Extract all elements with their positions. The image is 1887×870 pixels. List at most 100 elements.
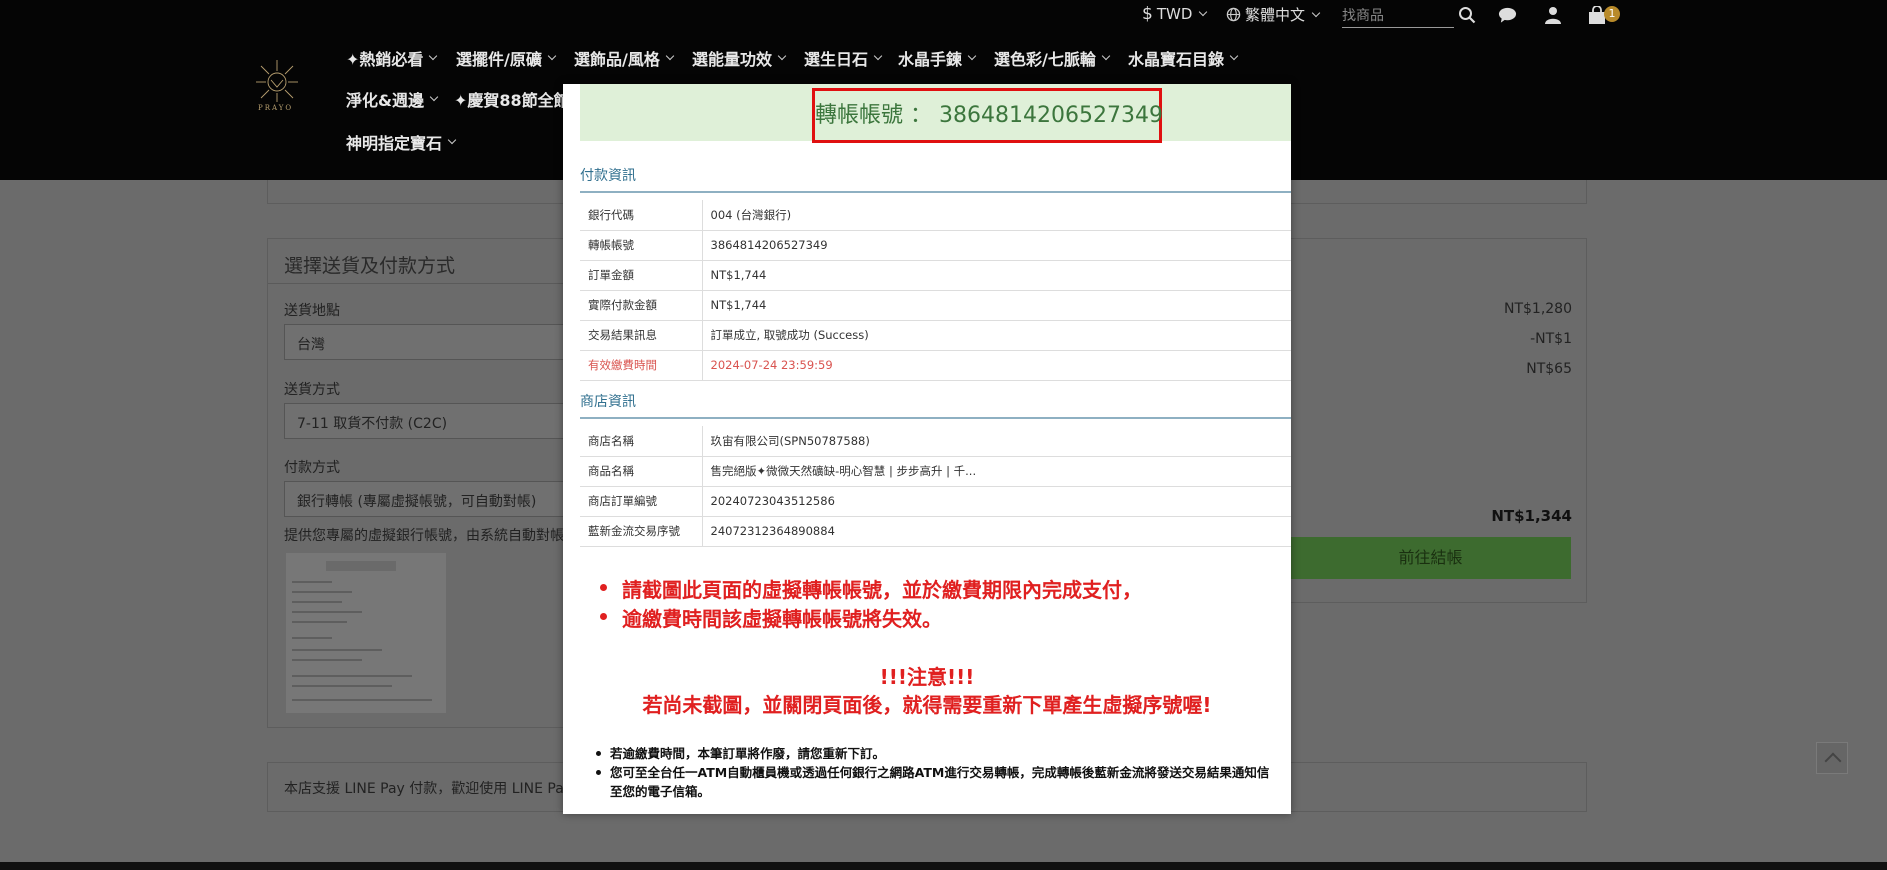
row-label: 商店名稱 bbox=[580, 426, 703, 457]
discount-value: -NT$1 bbox=[1530, 331, 1572, 347]
screenshot-warning-list: 請截圖此頁面的虛擬轉帳帳號，並於繳費期限內完成支付， 逾繳費時間該虛擬轉帳帳號將… bbox=[598, 574, 1142, 632]
chevron-down-icon bbox=[1199, 7, 1208, 17]
shipping-payment-panel: 選擇送貨及付款方式 送貨地點 台灣 送貨方式 7-11 取貨不付款 (C2C) … bbox=[267, 238, 587, 728]
store-info-table: 商店名稱 玖宙有限公司(SPN50787588) 商品名稱 售完絕版✦微微天然礦缺-… bbox=[580, 426, 1291, 547]
row-value: NT$1,744 bbox=[702, 260, 1291, 291]
chevron-down-icon bbox=[873, 51, 883, 61]
table-row: 商店名稱 玖宙有限公司(SPN50787588) bbox=[580, 426, 1291, 457]
table-row: 銀行代碼 004 (台灣銀行) bbox=[580, 200, 1291, 231]
row-label: 銀行代碼 bbox=[580, 200, 703, 231]
delivery-method-select[interactable]: 7-11 取貨不付款 (C2C) bbox=[284, 403, 584, 439]
scroll-to-top-button[interactable] bbox=[1816, 742, 1848, 774]
notice-title: !!!注意!!! bbox=[879, 665, 975, 689]
section-divider bbox=[580, 191, 1291, 193]
utility-bar: $ TWD 繁體中文 1 bbox=[0, 4, 1887, 28]
nav-label: 選擺件/原礦 bbox=[456, 50, 542, 69]
payment-info-table: 銀行代碼 004 (台灣銀行) 轉帳帳號 3864814206527349 訂單金額… bbox=[580, 200, 1291, 381]
table-row: 訂單金額 NT$1,744 bbox=[580, 260, 1291, 291]
footer-strip bbox=[0, 862, 1887, 870]
line-pay-note: 本店支援 LINE Pay 付款，歡迎使用 LINE Pay bbox=[284, 781, 573, 797]
delivery-location-select[interactable]: 台灣 bbox=[284, 324, 584, 360]
language-label: 繁體中文 bbox=[1245, 6, 1306, 24]
nav-item-catalog[interactable]: 水晶寶石目錄 bbox=[1128, 46, 1239, 70]
table-row-deadline: 有效繳費時間 2024-07-24 23:59:59 bbox=[580, 350, 1291, 381]
brand-logo-text: PRAYO bbox=[258, 104, 294, 112]
chevron-down-icon bbox=[547, 51, 557, 61]
nav-label: 淨化&週邊 bbox=[346, 91, 424, 110]
divider bbox=[268, 283, 586, 284]
row-label: 轉帳帳號 bbox=[580, 230, 703, 261]
nav-label: 水晶手鍊 bbox=[898, 50, 963, 69]
currency-label: TWD bbox=[1156, 5, 1193, 23]
chevron-down-icon bbox=[777, 51, 787, 61]
list-item: 逾繳費時間該虛擬轉帳帳號將失效。 bbox=[598, 603, 1142, 632]
table-row: 交易結果訊息 訂單成立, 取號成功 (Success) bbox=[580, 320, 1291, 351]
nav-item-ornaments[interactable]: 選擺件/原礦 bbox=[456, 46, 557, 70]
list-item: 請截圖此頁面的虛擬轉帳帳號，並於繳費期限內完成支付， bbox=[598, 574, 1142, 603]
row-label: 有效繳費時間 bbox=[580, 350, 703, 381]
row-value: 004 (台灣銀行) bbox=[702, 200, 1291, 231]
row-value: 20240723043512586 bbox=[702, 486, 1291, 517]
subtotal-value: NT$1,280 bbox=[1503, 301, 1572, 317]
nav-item-accessories[interactable]: 選飾品/風格 bbox=[574, 46, 675, 70]
row-value: 2024-07-24 23:59:59 bbox=[702, 350, 1291, 381]
search-input[interactable] bbox=[1342, 8, 1454, 24]
row-value: 售完絕版✦微微天然礦缺-明心智慧 | 步步高升 | 千... bbox=[702, 456, 1291, 487]
table-row: 商店訂單編號 20240723043512586 bbox=[580, 486, 1291, 517]
row-label: 訂單金額 bbox=[580, 260, 703, 291]
nav-item-energy[interactable]: 選能量功效 bbox=[692, 46, 787, 70]
nav-label: 選色彩/七脈輪 bbox=[994, 50, 1096, 69]
chevron-down-icon bbox=[429, 51, 438, 61]
row-value: 3864814206527349 bbox=[702, 230, 1291, 261]
delivery-method-label: 送貨方式 bbox=[284, 382, 340, 398]
currency-selector[interactable]: $ TWD bbox=[1142, 4, 1208, 24]
payment-notes-list: 若逾繳費時間，本筆訂單將作廢，請您重新下訂。 您可至全台任一ATM自動櫃員機或透… bbox=[596, 744, 1271, 801]
nav-item-fathers-day[interactable]: ✦慶賀88節全館 bbox=[454, 87, 570, 111]
dollar-icon: $ bbox=[1142, 4, 1153, 24]
row-value: 訂單成立, 取號成功 (Success) bbox=[702, 320, 1291, 351]
table-row: 實際付款金額 NT$1,744 bbox=[580, 290, 1291, 321]
table-row: 商品名稱 售完絕版✦微微天然礦缺-明心智慧 | 步步高升 | 千... bbox=[580, 456, 1291, 487]
row-value: 24072312364890884 bbox=[702, 516, 1291, 547]
nav-item-chakra[interactable]: 選色彩/七脈輪 bbox=[994, 46, 1111, 70]
nav-label: 水晶寶石目錄 bbox=[1128, 50, 1225, 69]
row-label: 實際付款金額 bbox=[580, 290, 703, 321]
chevron-down-icon bbox=[1229, 51, 1239, 61]
table-row: 藍新金流交易序號 24072312364890884 bbox=[580, 516, 1291, 547]
row-label: 商店訂單編號 bbox=[580, 486, 703, 517]
user-icon bbox=[1545, 7, 1561, 24]
nav-label: 神明指定寶石 bbox=[346, 134, 443, 153]
chat-button[interactable] bbox=[1498, 6, 1517, 24]
chevron-down-icon bbox=[447, 135, 457, 145]
row-value: NT$1,744 bbox=[702, 290, 1291, 321]
globe-icon bbox=[1226, 7, 1241, 22]
nav-item-birthstone[interactable]: 選生日石 bbox=[804, 46, 883, 70]
payment-example-thumbnail bbox=[286, 553, 446, 713]
chevron-down-icon bbox=[1311, 8, 1321, 17]
panel-title: 選擇送貨及付款方式 bbox=[284, 255, 456, 277]
nav-item-deity-stones[interactable]: 神明指定寶石 bbox=[346, 130, 457, 154]
nav-label: 選生日石 bbox=[804, 50, 869, 69]
store-info-title: 商店資訊 bbox=[580, 394, 636, 410]
payment-info-title: 付款資訊 bbox=[580, 168, 636, 184]
row-label: 商品名稱 bbox=[580, 456, 703, 487]
chevron-down-icon bbox=[967, 51, 977, 61]
chat-bubble-icon bbox=[1498, 7, 1517, 23]
language-selector[interactable]: 繁體中文 bbox=[1226, 4, 1321, 25]
payment-method-label: 付款方式 bbox=[284, 460, 340, 476]
row-label: 藍新金流交易序號 bbox=[580, 516, 703, 547]
nav-label: 選能量功效 bbox=[692, 50, 773, 69]
chevron-down-icon bbox=[665, 51, 675, 61]
search-button[interactable] bbox=[1458, 6, 1476, 24]
nav-label: 選飾品/風格 bbox=[574, 50, 660, 69]
account-button[interactable] bbox=[1544, 6, 1562, 24]
nav-item-cleansing[interactable]: 淨化&週邊 bbox=[346, 87, 439, 111]
nav-item-bracelets[interactable]: 水晶手鍊 bbox=[898, 46, 977, 70]
list-item: 若逾繳費時間，本筆訂單將作廢，請您重新下訂。 bbox=[596, 744, 1271, 763]
payment-method-select[interactable]: 銀行轉帳 (專屬虛擬帳號，可自動對帳) bbox=[284, 481, 584, 517]
row-label: 交易結果訊息 bbox=[580, 320, 703, 351]
checkout-button[interactable]: 前往結帳 bbox=[1290, 537, 1571, 579]
row-value: 玖宙有限公司(SPN50787588) bbox=[702, 426, 1291, 457]
nav-item-hot[interactable]: ✦熱銷必看 bbox=[346, 46, 438, 70]
cart-count-badge: 1 bbox=[1604, 6, 1620, 22]
